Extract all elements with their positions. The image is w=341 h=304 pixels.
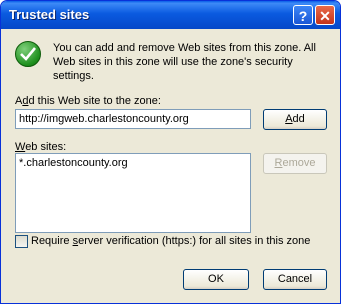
require-verification-checkbox[interactable]: [15, 235, 28, 248]
ok-button[interactable]: OK: [183, 269, 249, 290]
window-title: Trusted sites: [9, 7, 90, 22]
cancel-button[interactable]: Cancel: [263, 269, 327, 290]
dialog-content: You can add and remove Web sites from th…: [1, 29, 340, 303]
add-site-label: Add this Web site to the zone:: [15, 95, 161, 107]
web-sites-label: Web sites:: [15, 141, 67, 153]
add-button[interactable]: Add: [263, 109, 327, 130]
web-sites-list[interactable]: *.charlestoncounty.org: [15, 153, 251, 233]
list-item[interactable]: *.charlestoncounty.org: [19, 157, 128, 169]
add-site-input[interactable]: http://imgweb.charlestoncounty.org: [15, 109, 251, 129]
info-text: You can add and remove Web sites from th…: [53, 42, 316, 82]
trusted-sites-dialog: Trusted sites ? ✕ You can add and remove…: [0, 0, 341, 304]
help-button[interactable]: ?: [293, 5, 313, 25]
require-verification-label[interactable]: Require server verification (https:) for…: [31, 235, 310, 247]
checkmark-icon: [15, 41, 41, 67]
add-site-input-value: http://imgweb.charlestoncounty.org: [19, 113, 189, 125]
remove-button[interactable]: Remove: [263, 153, 327, 174]
close-button[interactable]: ✕: [315, 5, 335, 25]
title-bar[interactable]: Trusted sites ? ✕: [1, 1, 340, 29]
